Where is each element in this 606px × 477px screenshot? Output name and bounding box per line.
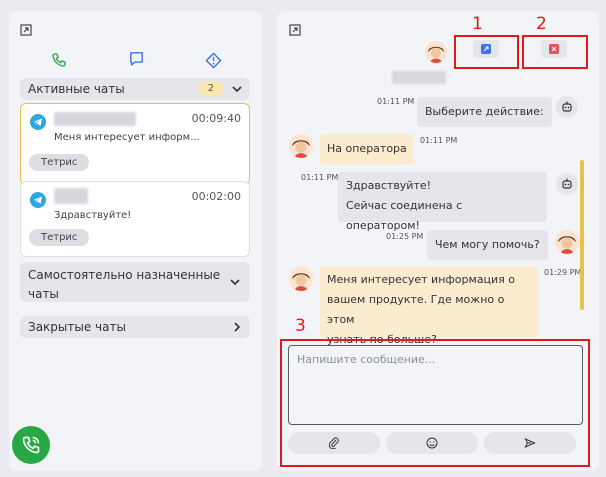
message-time: 01:25 PM (386, 232, 424, 241)
operator-message: Чем могу помочь? (427, 230, 548, 260)
section-active-chats[interactable]: Активные чаты 2 (20, 78, 250, 100)
annotation-box-2 (522, 35, 588, 69)
chat-timer: 00:02:00 (191, 190, 241, 203)
bot-avatar (556, 96, 578, 118)
annotation-box-1 (454, 35, 519, 69)
alert-icon (205, 52, 221, 68)
annotation-number-3: 3 (295, 316, 306, 336)
message-time: 01:11 PM (420, 136, 458, 145)
tab-alerts[interactable] (175, 39, 251, 81)
chat-tag: Тетрис (29, 229, 90, 246)
send-icon (524, 437, 536, 449)
section-closed-chats-label: Закрытые чаты (28, 320, 126, 334)
telegram-icon (30, 114, 46, 130)
send-button[interactable] (484, 432, 576, 454)
phone-icon (52, 53, 66, 67)
contact-name-redacted (54, 188, 88, 204)
expand-icon[interactable] (20, 24, 32, 36)
chevron-right-icon[interactable] (232, 322, 242, 332)
bot-message: Выберите действие: (417, 97, 552, 127)
bot-message-line: Здравствуйте! (346, 179, 432, 192)
section-self-assigned-chats[interactable]: Самостоятельно назначенные чаты (20, 262, 250, 302)
client-message: На оператора (320, 134, 414, 165)
chat-icon (129, 52, 143, 66)
section-closed-chats[interactable]: Закрытые чаты (20, 316, 250, 338)
message-time: 01:11 PM (377, 97, 415, 106)
client-message-line: Меня интересует информация о (327, 273, 516, 286)
chevron-down-icon[interactable] (232, 84, 242, 94)
telegram-icon (30, 192, 46, 208)
expand-icon[interactable] (289, 24, 301, 36)
bot-avatar (556, 173, 578, 195)
emoji-button[interactable] (386, 432, 478, 454)
attach-button[interactable] (288, 432, 380, 454)
operator-name-redacted (392, 71, 446, 84)
annotation-number-1: 1 (472, 14, 483, 34)
section-active-chats-label: Активные чаты (28, 81, 125, 96)
client-avatar (289, 134, 313, 158)
chat-timer: 00:09:40 (191, 112, 241, 125)
emoji-icon (426, 437, 438, 449)
chat-preview: Меня интересует информ... (54, 132, 200, 143)
section-self-assigned-label-line2: чаты (28, 287, 59, 301)
annotation-number-2: 2 (536, 14, 547, 34)
message-input[interactable] (289, 346, 582, 424)
section-self-assigned-label-line1: Самостоятельно назначенные (28, 268, 221, 282)
tab-calls[interactable] (21, 39, 97, 81)
message-time: 01:29 PM (544, 268, 582, 277)
paperclip-icon (328, 437, 339, 449)
message-time: 01:11 PM (301, 173, 339, 182)
active-chats-count-badge: 2 (197, 81, 224, 96)
tab-chats[interactable] (98, 39, 174, 81)
contact-name-redacted (54, 112, 136, 126)
client-message: Меня интересует информация о вашем проду… (320, 266, 538, 346)
chat-preview: Здравствуйте! (54, 210, 132, 221)
client-avatar (289, 267, 313, 291)
client-message-line: вашем продукте. Где можно о этом (327, 293, 505, 326)
phone-call-icon (22, 436, 40, 454)
robot-icon (562, 101, 572, 112)
call-button[interactable] (12, 426, 50, 464)
scrollbar[interactable] (580, 160, 584, 310)
chat-item-1[interactable]: 00:09:40 Меня интересует информ... Тетри… (20, 103, 250, 185)
chat-tag: Тетрис (29, 154, 90, 171)
channel-tabs (21, 39, 253, 81)
message-composer (288, 345, 583, 425)
operator-avatar (425, 41, 447, 63)
bot-message: Здравствуйте! Сейчас соединена с операто… (338, 172, 547, 232)
operator-avatar (555, 230, 579, 254)
robot-icon (562, 178, 572, 189)
chevron-down-icon[interactable] (230, 277, 240, 287)
chat-item-2[interactable]: 00:02:00 Здравствуйте! Тетрис (20, 181, 250, 257)
chat-list-panel: Активные чаты 2 00:09:40 Меня интересует… (9, 11, 262, 471)
